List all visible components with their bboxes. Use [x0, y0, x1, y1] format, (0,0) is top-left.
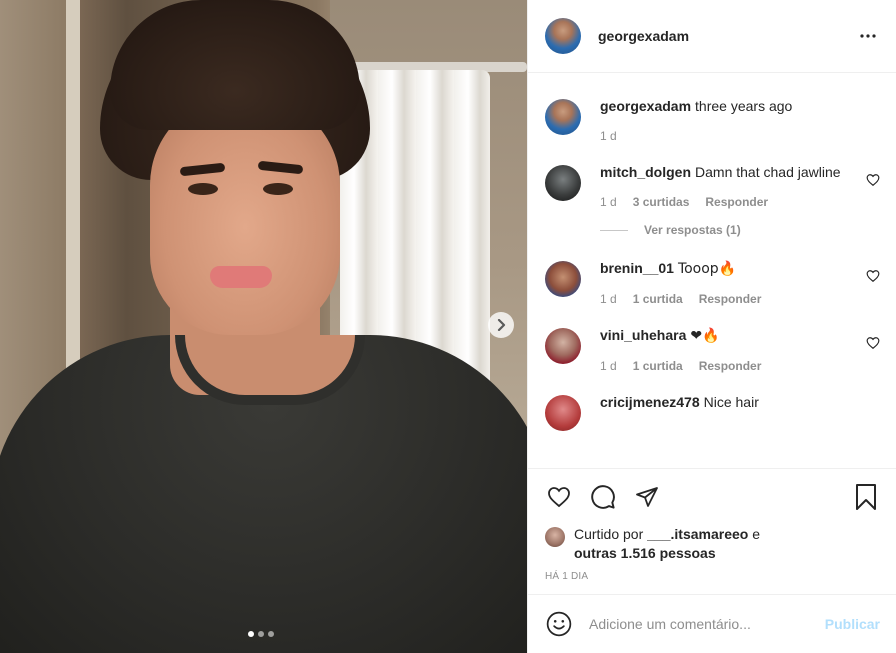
comment-meta: 1 d 3 curtidas Responder — [600, 195, 852, 209]
save-button[interactable] — [852, 483, 880, 511]
caption-body: georgexadam three years ago 1 d — [600, 93, 880, 143]
bookmark-icon — [856, 484, 876, 510]
comment-time[interactable]: 1 d — [600, 195, 617, 209]
comments-list[interactable]: georgexadam three years ago 1 d mitch_dol… — [528, 73, 896, 468]
caption-avatar[interactable] — [545, 99, 581, 135]
post-header: georgexadam — [528, 0, 896, 73]
share-button[interactable] — [633, 483, 661, 511]
carousel-dot — [248, 631, 254, 637]
instagram-post: georgexadam georgexadam three years ago 1… — [0, 0, 896, 653]
commenter-avatar[interactable] — [545, 165, 581, 201]
carousel-dot — [268, 631, 274, 637]
post-side-panel: georgexadam georgexadam three years ago 1… — [527, 0, 896, 653]
commenter-avatar[interactable] — [545, 395, 581, 431]
comment-time[interactable]: 1 d — [600, 292, 617, 306]
comment-content: Nice hair — [703, 394, 759, 410]
comment-time[interactable]: 1 d — [600, 359, 617, 373]
liker-avatar[interactable] — [545, 527, 565, 547]
photo-left-eye — [188, 183, 218, 195]
comment-likes-count[interactable]: 3 curtidas — [633, 195, 690, 209]
comment-text: mitch_dolgen Damn that chad jawline — [600, 159, 852, 182]
photo-lips — [210, 266, 272, 288]
heart-outline-icon[interactable] — [866, 269, 880, 283]
commenter-avatar[interactable] — [545, 261, 581, 297]
view-replies-label: Ver respostas (1) — [644, 223, 741, 237]
more-options-button[interactable] — [856, 24, 880, 48]
post-timestamp[interactable]: HÁ 1 DIA — [545, 571, 880, 582]
comment-input[interactable] — [589, 616, 825, 632]
comment-likes-count[interactable]: 1 curtida — [633, 359, 683, 373]
caption-content: three years ago — [695, 98, 793, 114]
chevron-right-icon — [497, 319, 506, 331]
photo-right-eye — [263, 183, 293, 195]
comment-item: cricijmenez478 Nice hair — [545, 389, 880, 431]
caption: georgexadam three years ago 1 d — [545, 93, 880, 143]
caption-time[interactable]: 1 d — [600, 129, 617, 143]
carousel-dot — [258, 631, 264, 637]
reply-button[interactable]: Responder — [705, 195, 768, 209]
reply-button[interactable]: Responder — [699, 359, 762, 373]
comment-item: brenin__01 Tooop🔥 1 d 1 curtida Responder — [545, 255, 880, 306]
likes-conjunction: e — [752, 526, 761, 542]
post-photo[interactable] — [0, 0, 527, 653]
comment-button[interactable] — [589, 483, 617, 511]
comment-likes-count[interactable]: 1 curtida — [633, 292, 683, 306]
comment-text: cricijmenez478 Nice hair — [600, 389, 852, 412]
reply-button[interactable]: Responder — [699, 292, 762, 306]
publish-button[interactable]: Publicar — [825, 616, 880, 632]
action-bar — [545, 469, 880, 525]
like-button[interactable] — [545, 483, 573, 511]
comment-content: Tooop🔥 — [677, 261, 737, 277]
view-replies-button[interactable]: Ver respostas (1) — [600, 223, 880, 237]
liker-username[interactable]: ___.itsamareeo — [647, 526, 748, 542]
comment-item: mitch_dolgen Damn that chad jawline 1 d 3… — [545, 159, 880, 209]
more-horizontal-icon — [860, 34, 876, 38]
heart-icon — [548, 487, 570, 508]
send-icon — [636, 487, 658, 507]
emoji-button[interactable] — [545, 610, 573, 638]
comment-body: brenin__01 Tooop🔥 1 d 1 curtida Responder — [600, 255, 880, 306]
commenter-username[interactable]: vini_uhehara — [600, 327, 686, 343]
caption-meta: 1 d — [600, 129, 852, 143]
comment-meta: 1 d 1 curtida Responder — [600, 292, 852, 306]
comment-meta: 1 d 1 curtida Responder — [600, 359, 852, 373]
commenter-username[interactable]: mitch_dolgen — [600, 164, 691, 180]
commenter-avatar[interactable] — [545, 328, 581, 364]
comment-body: mitch_dolgen Damn that chad jawline 1 d 3… — [600, 159, 880, 209]
comment-content: ❤🔥 — [690, 328, 720, 344]
post-actions-section: Curtido por ___.itsamareeo e outras 1.51… — [528, 468, 896, 594]
comment-content: Damn that chad jawline — [695, 164, 841, 180]
likes-text: Curtido por ___.itsamareeo e outras 1.51… — [574, 525, 760, 563]
comment-item: vini_uhehara ❤🔥 1 d 1 curtida Responder — [545, 322, 880, 373]
photo-hair-top — [110, 0, 360, 130]
heart-outline-icon[interactable] — [866, 336, 880, 350]
add-comment-section: Publicar — [528, 594, 896, 653]
next-slide-button[interactable] — [488, 312, 514, 338]
heart-outline-icon[interactable] — [866, 173, 880, 187]
commenter-username[interactable]: cricijmenez478 — [600, 394, 700, 410]
likes-prefix: Curtido por — [574, 526, 644, 542]
comment-text: brenin__01 Tooop🔥 — [600, 255, 852, 279]
comment-icon — [591, 485, 615, 509]
others-likes-link[interactable]: outras 1.516 pessoas — [574, 545, 716, 561]
comment-text: vini_uhehara ❤🔥 — [600, 322, 852, 346]
photo-face — [150, 95, 340, 335]
comment-body: vini_uhehara ❤🔥 1 d 1 curtida Responder — [600, 322, 880, 373]
carousel-indicator — [248, 631, 274, 637]
view-replies-line — [600, 229, 628, 231]
caption-text: georgexadam three years ago — [600, 93, 852, 116]
smiley-icon — [546, 611, 572, 637]
owner-username[interactable]: georgexadam — [598, 28, 856, 44]
comment-body: cricijmenez478 Nice hair — [600, 389, 880, 431]
owner-avatar[interactable] — [545, 18, 581, 54]
caption-username[interactable]: georgexadam — [600, 98, 691, 114]
commenter-username[interactable]: brenin__01 — [600, 260, 674, 276]
likes-summary: Curtido por ___.itsamareeo e outras 1.51… — [545, 525, 880, 563]
